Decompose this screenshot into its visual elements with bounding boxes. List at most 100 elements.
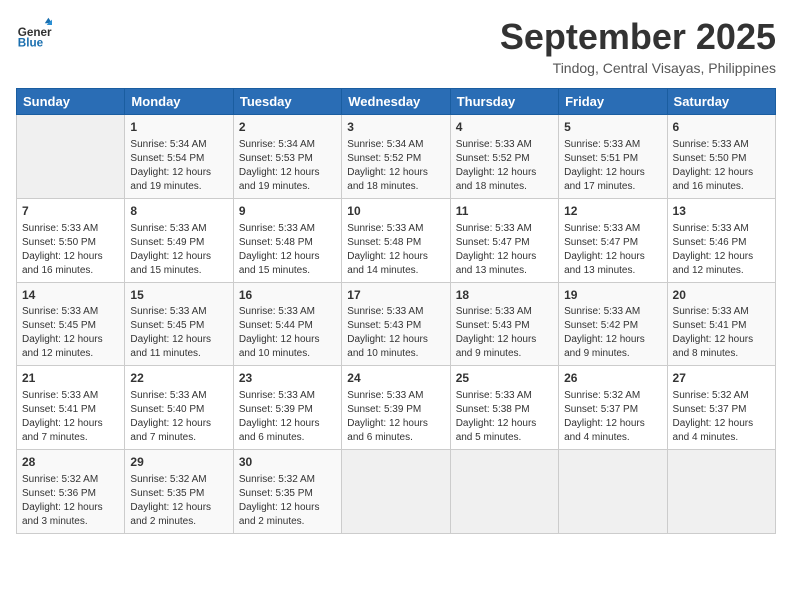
calendar-cell [559,450,667,534]
day-info-line: Sunrise: 5:33 AM [130,305,227,319]
day-info-line: and 13 minutes. [564,264,661,278]
day-info-line: Daylight: 12 hours [239,166,336,180]
day-number: 22 [130,370,227,387]
calendar-cell: 19Sunrise: 5:33 AMSunset: 5:42 PMDayligh… [559,282,667,366]
day-info-line: Sunrise: 5:33 AM [456,138,553,152]
calendar-cell: 6Sunrise: 5:33 AMSunset: 5:50 PMDaylight… [667,115,775,199]
day-info-line: Sunrise: 5:33 AM [130,389,227,403]
day-number: 21 [22,370,119,387]
day-number: 6 [673,119,770,136]
day-info-line: Sunset: 5:47 PM [564,236,661,250]
calendar-cell: 13 Sunrise: 5:33 AMSunset: 5:46 PMDayligh… [667,198,775,282]
day-info-line: Sunset: 5:48 PM [239,236,336,250]
day-info-line: Sunset: 5:46 PM [673,236,770,250]
calendar-cell: 30Sunrise: 5:32 AMSunset: 5:35 PMDayligh… [233,450,341,534]
day-info-line: Sunrise: 5:33 AM [673,222,770,236]
calendar-cell: 9Sunrise: 5:33 AMSunset: 5:48 PMDaylight… [233,198,341,282]
day-info-line: Sunset: 5:53 PM [239,152,336,166]
day-info-line: Sunset: 5:38 PM [456,403,553,417]
page-header: General Blue September 2025 Tindog, Cent… [16,16,776,76]
day-info-line: and 12 minutes. [22,347,119,361]
day-info-line: and 17 minutes. [564,180,661,194]
day-info-line: Daylight: 12 hours [130,250,227,264]
weekday-wednesday: Wednesday [342,89,450,115]
weekday-header-row: SundayMondayTuesdayWednesdayThursdayFrid… [17,89,776,115]
calendar-cell [17,115,125,199]
day-info-line: Daylight: 12 hours [673,417,770,431]
day-info-line: Sunset: 5:50 PM [22,236,119,250]
day-info-line: Sunrise: 5:32 AM [22,473,119,487]
weekday-friday: Friday [559,89,667,115]
calendar-cell: 12Sunrise: 5:33 AMSunset: 5:47 PMDayligh… [559,198,667,282]
day-info-line: Sunrise: 5:33 AM [564,222,661,236]
day-info-line: Daylight: 12 hours [22,417,119,431]
day-info-line: Sunrise: 5:33 AM [456,222,553,236]
day-number: 28 [22,454,119,471]
calendar-cell: 7Sunrise: 5:33 AMSunset: 5:50 PMDaylight… [17,198,125,282]
day-info-line: Sunset: 5:51 PM [564,152,661,166]
weekday-sunday: Sunday [17,89,125,115]
day-info-line: Daylight: 12 hours [347,250,444,264]
day-info-line: Sunrise: 5:33 AM [673,305,770,319]
day-info-line: Sunset: 5:40 PM [130,403,227,417]
day-info-line: Sunset: 5:48 PM [347,236,444,250]
logo: General Blue [16,16,56,52]
day-number: 7 [22,203,119,220]
day-info-line: Sunrise: 5:33 AM [456,389,553,403]
calendar-cell: 20Sunrise: 5:33 AMSunset: 5:41 PMDayligh… [667,282,775,366]
day-info-line: Sunrise: 5:33 AM [564,305,661,319]
day-info-line: Sunset: 5:47 PM [456,236,553,250]
day-info-line: and 6 minutes. [239,431,336,445]
day-info-line: Daylight: 12 hours [22,501,119,515]
day-info-line: Sunrise: 5:33 AM [456,305,553,319]
day-info-line: Daylight: 12 hours [347,166,444,180]
day-number: 29 [130,454,227,471]
calendar-cell: 24Sunrise: 5:33 AMSunset: 5:39 PMDayligh… [342,366,450,450]
day-info-line: Daylight: 12 hours [22,333,119,347]
day-info-line: Sunset: 5:37 PM [564,403,661,417]
title-block: September 2025 Tindog, Central Visayas, … [500,16,776,76]
day-info-line: Sunset: 5:54 PM [130,152,227,166]
day-info-line: Sunrise: 5:33 AM [347,305,444,319]
day-info-line: and 11 minutes. [130,347,227,361]
day-number: 15 [130,287,227,304]
day-info-line: Sunrise: 5:33 AM [130,222,227,236]
day-info-line: Sunrise: 5:33 AM [22,389,119,403]
month-title: September 2025 [500,16,776,58]
day-info-line: Daylight: 12 hours [130,417,227,431]
day-info-line: Sunset: 5:52 PM [456,152,553,166]
day-number: 23 [239,370,336,387]
day-info-line: Sunrise: 5:32 AM [564,389,661,403]
day-info-line: Sunset: 5:52 PM [347,152,444,166]
day-info-line: Sunset: 5:36 PM [22,487,119,501]
day-info-line: and 15 minutes. [239,264,336,278]
day-info-line: Sunset: 5:43 PM [347,319,444,333]
day-info-line: Sunset: 5:44 PM [239,319,336,333]
day-info-line: and 10 minutes. [347,347,444,361]
calendar-cell: 4Sunrise: 5:33 AMSunset: 5:52 PMDaylight… [450,115,558,199]
day-info-line: Sunrise: 5:33 AM [347,222,444,236]
day-info-line: Daylight: 12 hours [673,250,770,264]
day-info-line: Daylight: 12 hours [564,250,661,264]
calendar-cell: 27Sunrise: 5:32 AMSunset: 5:37 PMDayligh… [667,366,775,450]
day-info-line: and 7 minutes. [22,431,119,445]
day-info-line: Daylight: 12 hours [239,417,336,431]
day-number: 10 [347,203,444,220]
calendar-cell: 23Sunrise: 5:33 AMSunset: 5:39 PMDayligh… [233,366,341,450]
day-info-line: Daylight: 12 hours [564,333,661,347]
day-info-line: Sunrise: 5:33 AM [347,389,444,403]
day-info-line: Sunset: 5:41 PM [673,319,770,333]
weekday-thursday: Thursday [450,89,558,115]
day-info-line: Sunrise: 5:33 AM [22,305,119,319]
day-info-line: Sunrise: 5:33 AM [239,222,336,236]
day-info-line: Sunrise: 5:34 AM [347,138,444,152]
day-number: 1 [130,119,227,136]
day-info-line: Daylight: 12 hours [673,166,770,180]
day-info-line: and 7 minutes. [130,431,227,445]
day-info-line: Sunset: 5:39 PM [239,403,336,417]
day-info-line: Sunset: 5:35 PM [130,487,227,501]
day-info-line: and 9 minutes. [456,347,553,361]
day-info-line: and 4 minutes. [673,431,770,445]
day-info-line: Daylight: 12 hours [239,333,336,347]
day-number: 13 [673,203,770,220]
